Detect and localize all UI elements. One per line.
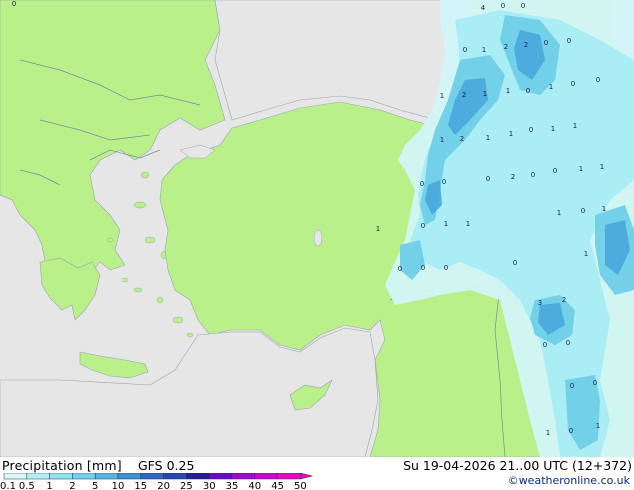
precip-value-label: 1: [509, 130, 513, 138]
precip-value-label: 1: [557, 209, 561, 217]
legend-swatch: [231, 473, 256, 480]
precip-value-label: 1: [546, 429, 550, 437]
legend-overflow-arrow: [300, 473, 313, 480]
legend-tick-label: 45: [271, 481, 284, 490]
precip-value-label: 1: [376, 225, 380, 233]
legend-swatch: [117, 473, 142, 480]
legend-tick-label: 15: [134, 481, 147, 490]
precip-value-label: 1: [584, 250, 588, 258]
precip-value-label: 1: [551, 125, 555, 133]
precip-value-label: 1: [600, 163, 604, 171]
precip-value-label: 0: [543, 341, 547, 349]
precip-value-label: 0: [571, 80, 575, 88]
precip-value-label: 4: [481, 4, 486, 12]
precip-value-label: 0: [513, 259, 517, 267]
precip-value-label: 0: [486, 175, 490, 183]
precip-value-label: 2: [524, 41, 528, 49]
precip-value-label: 0: [442, 178, 446, 186]
legend-tick-label: 25: [180, 481, 193, 490]
precip-value-label: 1: [440, 136, 444, 144]
precip-value-label: 0: [12, 0, 16, 8]
legend-tick-label: 5: [92, 481, 98, 490]
precip-value-label: 0: [526, 87, 530, 95]
precip-value-label: 3: [538, 299, 542, 307]
precip-value-label: 0: [570, 382, 574, 390]
precip-value-label: 1: [483, 90, 487, 98]
lake-tuz: [313, 229, 323, 247]
precip-value-label: 2: [460, 135, 464, 143]
precip-value-label: 1: [506, 87, 510, 95]
precip-value-label: 0: [463, 46, 467, 54]
color-legend: 0.1 0.5 1 2 5 10 15 20 25 30 35 40 45 50: [0, 473, 313, 490]
legend-swatch: [163, 473, 187, 480]
model-label: GFS 0.25: [138, 458, 195, 473]
legend-tick-label: 2: [69, 481, 75, 490]
precip-value-label: 1: [602, 205, 606, 213]
legend-swatch: [277, 473, 301, 480]
precip-value-label: 1: [486, 134, 490, 142]
legend-tick-label: 20: [157, 481, 170, 490]
precip-value-label: 2: [504, 43, 508, 51]
precip-value-label: 0: [544, 39, 548, 47]
precip-value-label: 2: [562, 296, 566, 304]
legend-swatch: [26, 473, 50, 480]
credit-link[interactable]: ©weatheronline.co.uk: [508, 474, 630, 487]
valid-datetime: Su 19-04-2026 21..00 UTC (12+372): [403, 458, 632, 473]
precip-value-label: 0: [444, 264, 448, 272]
precip-value-label: 0: [593, 379, 597, 387]
precip-value-label: 0: [566, 339, 570, 347]
precip-value-label: 0: [398, 265, 402, 273]
precip-value-label: 1: [444, 220, 448, 228]
precip-value-label: 1: [549, 83, 553, 91]
precip-value-label: 0: [569, 427, 573, 435]
legend-swatch: [3, 473, 28, 480]
precip-value-label: 0: [596, 76, 600, 84]
precip-value-label: 1: [579, 165, 583, 173]
precip-value-label: 2: [462, 91, 466, 99]
legend-tick-label: 0.5: [19, 481, 35, 490]
precip-value-label: 0: [531, 171, 535, 179]
precip-value-label: 1: [466, 220, 470, 228]
legend-tick-label: 50: [294, 481, 307, 490]
precip-value-label: 0: [581, 207, 585, 215]
legend-swatch: [208, 473, 233, 480]
legend-swatch: [49, 473, 73, 480]
legend-tick-label: 40: [248, 481, 261, 490]
map-title: Precipitation [mm]: [2, 458, 122, 473]
legend-swatch: [186, 473, 210, 480]
precip-value-label: 0: [421, 222, 425, 230]
legend-swatch: [254, 473, 278, 480]
precip-value-label: 0: [420, 180, 424, 188]
precip-value-label: 0: [521, 2, 525, 10]
precip-value-label: 1: [573, 122, 577, 130]
precip-value-label: 0: [501, 2, 505, 10]
precip-value-label: 1: [482, 46, 486, 54]
precip-value-label: 0: [529, 126, 533, 134]
legend-tick-label: 0.1: [0, 481, 16, 490]
legend-swatch: [94, 473, 119, 480]
precip-value-label: 0: [567, 37, 571, 45]
legend-swatch: [140, 473, 164, 480]
precip-value-label: 0: [421, 264, 425, 272]
precip-value-label: 2: [511, 173, 515, 181]
legend-swatch: [72, 473, 96, 480]
precip-value-label: 1: [440, 92, 444, 100]
precip-value-label: 1: [596, 422, 600, 430]
legend-tick-label: 10: [112, 481, 125, 490]
precip-value-label: 0: [553, 167, 557, 175]
legend-tick-label: 30: [203, 481, 216, 490]
legend-tick-label: 35: [226, 481, 239, 490]
precipitation-map: 0 4 0 0 0 0 1 2 2 0 0 1 2 1 1 0 1 0 1 2 1 1 0 1 1 0 0 0 2 0 0 1 1 1 0 1 1 1 0 1…: [0, 0, 634, 457]
legend-tick-label: 1: [46, 481, 52, 490]
